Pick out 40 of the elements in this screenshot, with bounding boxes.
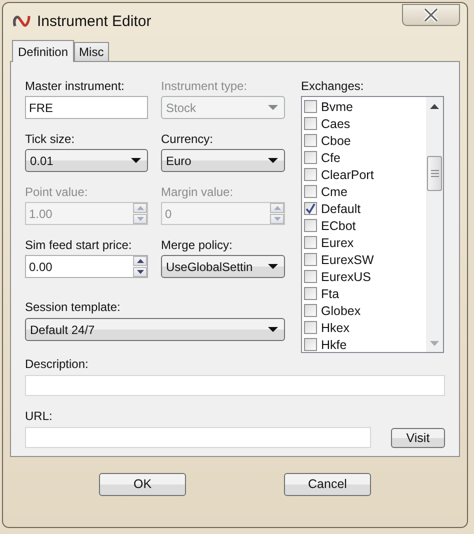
list-item[interactable]: Bvme [321, 100, 353, 114]
list-item[interactable]: ECbot [321, 218, 356, 232]
list-item[interactable]: Default [321, 202, 361, 216]
field-label: Master instrument: [25, 78, 124, 95]
list-item[interactable]: Cboe [321, 134, 351, 148]
field-label: Point value: [25, 184, 88, 201]
exchange-list[interactable]: Bvme Caes Cboe Cfe ClearPort Cme Default ECbot Eurex EurexSW EurexUS Fta Globex Hkex Hkfe [301, 96, 444, 353]
list-item[interactable]: Fta [321, 286, 340, 300]
list-item[interactable]: Cfe [321, 150, 340, 164]
list-item[interactable]: Hkfe [321, 338, 347, 352]
list-item[interactable]: Caes [321, 116, 350, 130]
field-label: Exchanges: [301, 78, 364, 95]
field-label: Session template: [25, 299, 120, 316]
dropdown[interactable]: 0.01 [25, 149, 148, 172]
field-label: Description: [25, 356, 88, 373]
list-item[interactable]: Globex [321, 304, 361, 318]
field-label: Currency: [161, 131, 214, 148]
list-item[interactable]: ClearPort [321, 168, 374, 182]
dropdown[interactable]: UseGlobalSettin [161, 255, 285, 278]
dropdown[interactable]: Euro [161, 149, 285, 172]
spin-field[interactable]: 0.00 [25, 255, 148, 278]
list-item[interactable]: EurexSW [321, 252, 374, 266]
field-label: Margin value: [161, 184, 234, 201]
text-field[interactable]: FRE [25, 96, 148, 119]
window-title: Instrument Editor [37, 12, 152, 30]
dropdown[interactable]: Default 24/7 [25, 318, 285, 341]
list-item[interactable]: Eurex [321, 236, 354, 250]
list-item[interactable]: Hkex [321, 320, 350, 334]
field-label: Tick size: [25, 131, 75, 148]
tab[interactable]: Definition [12, 40, 74, 62]
tab[interactable]: Misc [74, 42, 109, 61]
cancel-button[interactable]: Cancel [284, 472, 371, 496]
list-item[interactable]: EurexUS [321, 270, 372, 284]
ok-button[interactable]: OK [99, 472, 186, 496]
field-label: Merge policy: [161, 237, 232, 254]
list-item[interactable]: Cme [321, 184, 348, 198]
visit-button[interactable]: Visit [391, 428, 445, 448]
field-label: URL: [25, 408, 52, 425]
field-label: Instrument type: [161, 78, 248, 95]
field-label: Sim feed start price: [25, 237, 132, 254]
